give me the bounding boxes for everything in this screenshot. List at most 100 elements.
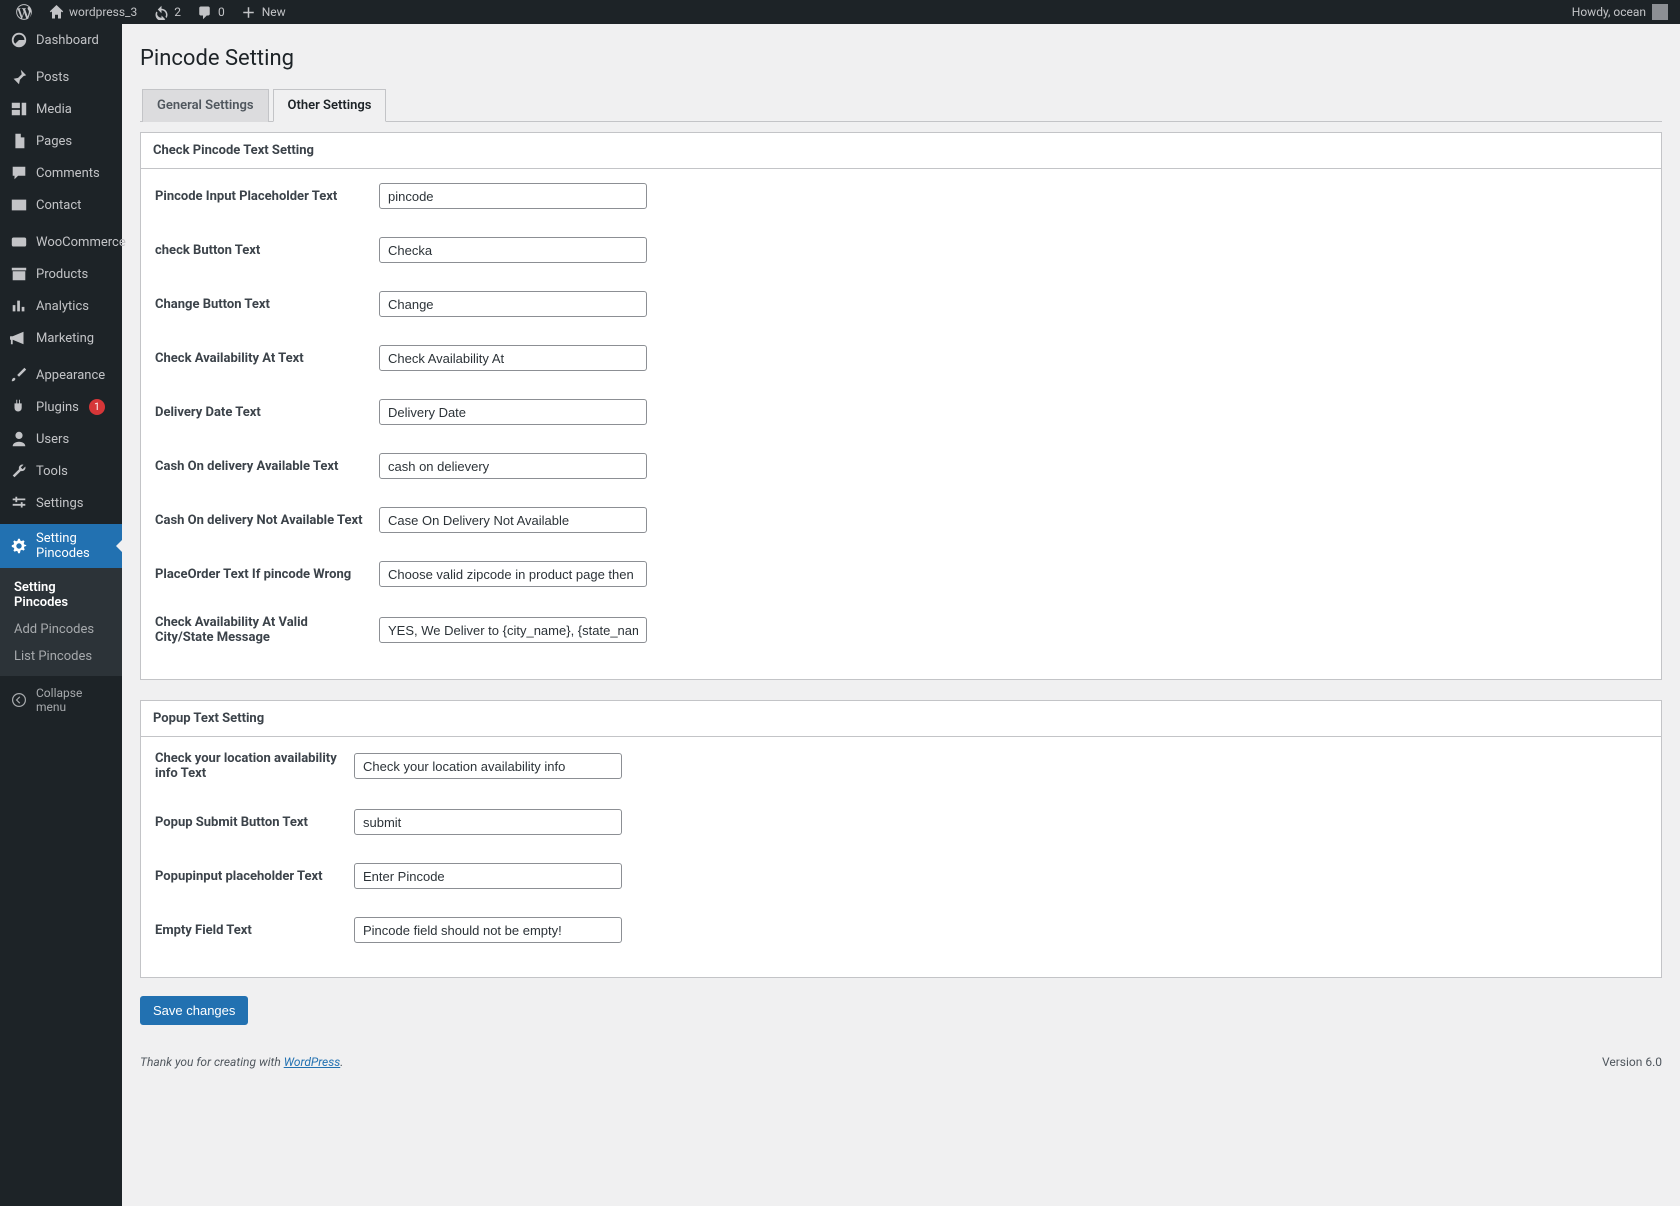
submenu-list-pincodes[interactable]: List Pincodes	[0, 643, 122, 670]
menu-appearance[interactable]: Appearance	[0, 359, 122, 391]
postbox-header: Check Pincode Text Setting	[141, 133, 1661, 169]
popup-text-setting-box: Popup Text Setting Check your location a…	[140, 700, 1662, 978]
site-name: wordpress_3	[69, 5, 137, 19]
plug-icon	[10, 398, 28, 416]
updates-count: 2	[174, 5, 181, 19]
placeorder-wrong-pincode-input[interactable]	[379, 561, 647, 587]
wordpress-link[interactable]: WordPress	[284, 1055, 341, 1069]
popup-submit-button-label: Popup Submit Button Text	[155, 815, 354, 830]
check-availability-at-input[interactable]	[379, 345, 647, 371]
comments-count: 0	[218, 5, 225, 19]
envelope-icon	[10, 196, 28, 214]
menu-marketing[interactable]: Marketing	[0, 322, 122, 354]
chart-bar-icon	[10, 297, 28, 315]
tab-general-settings[interactable]: General Settings	[142, 89, 269, 122]
popup-submit-button-input[interactable]	[354, 809, 622, 835]
admin-sidebar: Dashboard Posts Media Pages Comments Con…	[0, 24, 122, 1206]
menu-users[interactable]: Users	[0, 423, 122, 455]
menu-setting-pincodes[interactable]: Setting Pincodes	[0, 524, 122, 568]
admin-footer: Thank you for creating with WordPress. V…	[140, 1055, 1662, 1069]
collapse-menu-button[interactable]: Collapse menu	[0, 676, 122, 724]
wordpress-icon	[16, 4, 32, 20]
postbox-header: Popup Text Setting	[141, 701, 1661, 737]
comments-link[interactable]: 0	[189, 0, 233, 24]
gear-icon	[10, 537, 28, 555]
user-icon	[10, 430, 28, 448]
menu-label: Products	[36, 267, 88, 282]
menu-label: Appearance	[36, 368, 105, 383]
cod-available-text-input[interactable]	[379, 453, 647, 479]
plugins-badge: 1	[89, 399, 105, 415]
new-label: New	[262, 5, 286, 19]
footer-thanks: Thank you for creating with	[140, 1055, 284, 1069]
check-pincode-text-setting-box: Check Pincode Text Setting Pincode Input…	[140, 132, 1662, 680]
menu-analytics[interactable]: Analytics	[0, 290, 122, 322]
home-icon	[48, 4, 64, 20]
media-icon	[10, 100, 28, 118]
comment-icon	[10, 164, 28, 182]
check-button-text-label: check Button Text	[155, 243, 379, 258]
check-button-text-input[interactable]	[379, 237, 647, 263]
wp-logo-link[interactable]	[8, 0, 40, 24]
menu-label: Contact	[36, 198, 81, 213]
menu-posts[interactable]: Posts	[0, 61, 122, 93]
menu-settings[interactable]: Settings	[0, 487, 122, 519]
menu-plugins[interactable]: Plugins 1	[0, 391, 122, 423]
empty-field-text-input[interactable]	[354, 917, 622, 943]
menu-label: Tools	[36, 464, 68, 479]
popup-input-placeholder-input[interactable]	[354, 863, 622, 889]
new-content-link[interactable]: New	[233, 0, 294, 24]
menu-dashboard[interactable]: Dashboard	[0, 24, 122, 56]
menu-media[interactable]: Media	[0, 93, 122, 125]
menu-label: Analytics	[36, 299, 89, 314]
delivery-date-text-label: Delivery Date Text	[155, 405, 379, 420]
menu-label: Settings	[36, 496, 83, 511]
menu-tools[interactable]: Tools	[0, 455, 122, 487]
change-button-text-input[interactable]	[379, 291, 647, 317]
menu-label: Dashboard	[36, 33, 99, 48]
brush-icon	[10, 366, 28, 384]
avatar	[1652, 4, 1668, 20]
check-location-info-input[interactable]	[354, 753, 622, 779]
collapse-label: Collapse menu	[36, 686, 112, 714]
update-icon	[153, 4, 169, 20]
site-name-link[interactable]: wordpress_3	[40, 0, 145, 24]
wrench-icon	[10, 462, 28, 480]
admin-bar: wordpress_3 2 0 New Howdy, ocean	[0, 0, 1680, 24]
pincode-placeholder-label: Pincode Input Placeholder Text	[155, 189, 379, 204]
popup-input-placeholder-label: Popupinput placeholder Text	[155, 869, 354, 884]
menu-contact[interactable]: Contact	[0, 189, 122, 221]
comment-icon	[197, 4, 213, 20]
change-button-text-label: Change Button Text	[155, 297, 379, 312]
menu-label: Pages	[36, 134, 72, 149]
menu-label: Setting Pincodes	[36, 531, 114, 561]
collapse-icon	[10, 691, 28, 709]
tab-other-settings[interactable]: Other Settings	[273, 89, 387, 122]
submenu-setting-pincodes: Setting Pincodes Add Pincodes List Pinco…	[0, 568, 122, 676]
content-area: Pincode Setting General Settings Other S…	[122, 24, 1680, 1206]
cod-not-available-text-input[interactable]	[379, 507, 647, 533]
menu-label: Users	[36, 432, 69, 447]
updates-link[interactable]: 2	[145, 0, 189, 24]
delivery-date-text-input[interactable]	[379, 399, 647, 425]
cod-not-available-text-label: Cash On delivery Not Available Text	[155, 513, 379, 528]
save-button[interactable]: Save changes	[140, 996, 248, 1025]
menu-label: WooCommerce	[36, 235, 126, 250]
plus-icon	[241, 4, 257, 20]
submenu-add-pincodes[interactable]: Add Pincodes	[0, 616, 122, 643]
check-location-info-label: Check your location availability info Te…	[155, 751, 354, 781]
placeorder-wrong-pincode-label: PlaceOrder Text If pincode Wrong	[155, 567, 379, 582]
menu-woocommerce[interactable]: WooCommerce	[0, 226, 122, 258]
menu-comments[interactable]: Comments	[0, 157, 122, 189]
menu-products[interactable]: Products	[0, 258, 122, 290]
account-link[interactable]: Howdy, ocean	[1564, 0, 1672, 24]
menu-label: Media	[36, 102, 72, 117]
nav-tabs: General Settings Other Settings	[140, 89, 1662, 122]
valid-city-state-msg-input[interactable]	[379, 617, 647, 643]
pincode-placeholder-input[interactable]	[379, 183, 647, 209]
page-icon	[10, 132, 28, 150]
woocommerce-icon	[10, 233, 28, 251]
pin-icon	[10, 68, 28, 86]
menu-pages[interactable]: Pages	[0, 125, 122, 157]
submenu-setting-pincodes-main[interactable]: Setting Pincodes	[0, 574, 122, 616]
